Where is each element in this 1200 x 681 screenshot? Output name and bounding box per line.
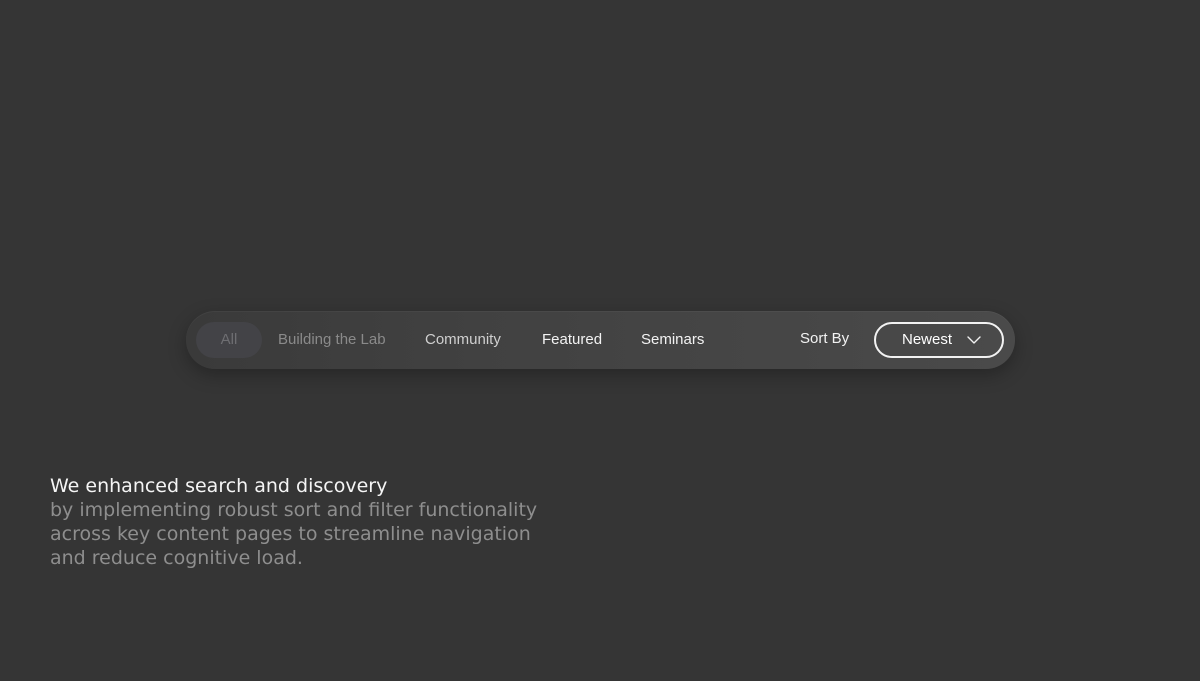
tab-community[interactable]: Community [425,311,501,369]
chevron-down-icon [967,336,981,344]
sort-selected-value: Newest [902,331,953,348]
caption: We enhanced search and discovery by impl… [50,474,570,570]
sort-dropdown[interactable]: Newest [874,322,1004,358]
caption-headline: We enhanced search and discovery [50,475,388,497]
sort-by-label: Sort By [800,330,850,347]
tab-featured[interactable]: Featured [542,311,602,369]
filter-bar: All Building the Lab Community Featured … [186,311,1015,369]
tab-all[interactable]: All [196,322,262,358]
tab-seminars[interactable]: Seminars [641,311,704,369]
tab-building-the-lab[interactable]: Building the Lab [278,311,386,369]
caption-body: by implementing robust sort and filter f… [50,499,538,569]
